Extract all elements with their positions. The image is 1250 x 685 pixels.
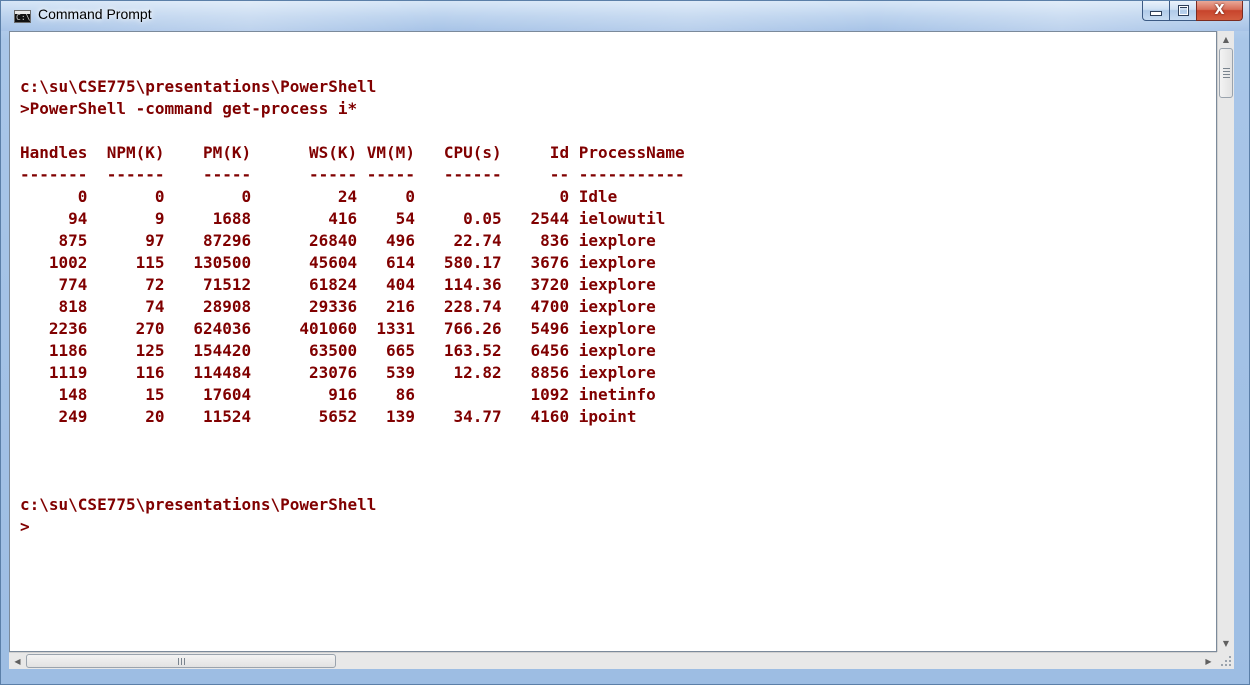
close-icon: X	[1214, 3, 1225, 18]
horizontal-scrollbar[interactable]: ◀ ▶	[9, 652, 1217, 669]
grip-dot	[1229, 660, 1231, 662]
grip-dot	[1225, 660, 1227, 662]
console-line: Handles NPM(K) PM(K) WS(K) VM(M) CPU(s) …	[20, 143, 685, 162]
scroll-right-icon[interactable]: ▶	[1200, 653, 1217, 669]
console-line: c:\su\CSE775\presentations\PowerShell	[20, 495, 377, 514]
console-line: >PowerShell -command get-process i*	[20, 99, 358, 118]
grip-icon	[178, 658, 185, 665]
grip-dot	[1229, 656, 1231, 658]
console-line: 875 97 87296 26840 496 22.74 836 iexplor…	[20, 231, 656, 250]
console-line: 774 72 71512 61824 404 114.36 3720 iexpl…	[20, 275, 656, 294]
console-line: 2236 270 624036 401060 1331 766.26 5496 …	[20, 319, 656, 338]
grip-line	[1223, 71, 1230, 72]
command-prompt-window: C:\ Command Prompt X c:\su\CSE775\presen…	[0, 0, 1250, 685]
grip-line	[1223, 77, 1230, 78]
grip-line	[1223, 68, 1230, 69]
console-line: 1119 116 114484 23076 539 12.82 8856 iex…	[20, 363, 656, 382]
console-line: c:\su\CSE775\presentations\PowerShell	[20, 77, 377, 96]
console-line: 0 0 0 24 0 0 Idle	[20, 187, 618, 206]
console-text: c:\su\CSE775\presentations\PowerShell >Po…	[20, 54, 685, 538]
app-icon-text: C:\	[16, 13, 31, 22]
caption-buttons: X	[1142, 1, 1243, 21]
console-line: 94 9 1688 416 54 0.05 2544 ielowutil	[20, 209, 666, 228]
window-title: Command Prompt	[38, 6, 152, 22]
grip-dot	[1221, 664, 1223, 666]
console-line: 1186 125 154420 63500 665 163.52 6456 ie…	[20, 341, 656, 360]
maximize-icon	[1177, 5, 1189, 16]
vertical-scroll-thumb[interactable]	[1219, 48, 1233, 98]
close-button[interactable]: X	[1196, 1, 1243, 21]
console-line: >	[20, 517, 30, 536]
resize-grip-icon[interactable]	[1217, 652, 1234, 669]
scroll-down-icon[interactable]: ▼	[1218, 635, 1234, 652]
maximize-button[interactable]	[1169, 1, 1196, 21]
command-prompt-icon[interactable]: C:\	[14, 10, 31, 23]
minimize-icon	[1150, 11, 1162, 16]
scroll-left-icon[interactable]: ◀	[9, 653, 26, 669]
title-bar[interactable]: C:\ Command Prompt X	[1, 1, 1249, 31]
vertical-scrollbar[interactable]: ▲ ▼	[1217, 31, 1234, 652]
horizontal-scroll-thumb[interactable]	[26, 654, 336, 668]
console-line: ------- ------ ----- ----- ----- ------ …	[20, 165, 685, 184]
console-line: 818 74 28908 29336 216 228.74 4700 iexpl…	[20, 297, 656, 316]
minimize-button[interactable]	[1142, 1, 1169, 21]
scroll-up-icon[interactable]: ▲	[1218, 31, 1234, 48]
grip-line	[1223, 74, 1230, 75]
console-output-area[interactable]: c:\su\CSE775\presentations\PowerShell >Po…	[9, 31, 1217, 652]
grip-dot	[1229, 664, 1231, 666]
console-line: 148 15 17604 916 86 1092 inetinfo	[20, 385, 656, 404]
console-line: 1002 115 130500 45604 614 580.17 3676 ie…	[20, 253, 656, 272]
grip-dot	[1225, 664, 1227, 666]
console-line: 249 20 11524 5652 139 34.77 4160 ipoint	[20, 407, 637, 426]
